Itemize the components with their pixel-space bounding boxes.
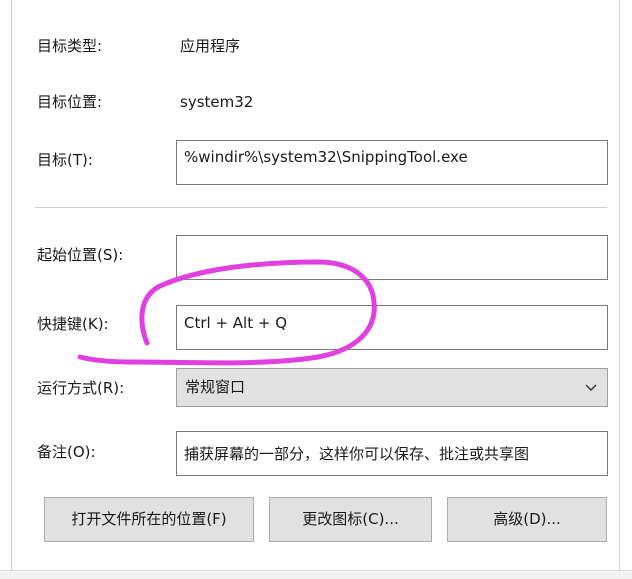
window-left-edge: [11, 0, 12, 579]
open-file-location-button[interactable]: 打开文件所在的位置(F): [44, 497, 254, 542]
start-in-field[interactable]: [176, 235, 608, 280]
target-location-label: 目标位置:: [37, 93, 103, 111]
dialog-bottom-edge: [0, 570, 632, 579]
run-label: 运行方式(R):: [37, 379, 125, 397]
target-field[interactable]: %windir%\system32\SnippingTool.exe: [176, 140, 608, 185]
target-type-label: 目标类型:: [37, 37, 103, 55]
chevron-down-icon: [585, 384, 597, 391]
advanced-button[interactable]: 高级(D)...: [447, 497, 607, 542]
run-mode-value: 常规窗口: [185, 378, 246, 396]
shortcut-key-field[interactable]: Ctrl + Alt + Q: [176, 305, 608, 350]
section-divider: [35, 207, 607, 208]
target-type-value: 应用程序: [180, 37, 241, 55]
change-icon-button[interactable]: 更改图标(C)...: [269, 497, 432, 542]
window-right-edge: [619, 0, 620, 579]
run-mode-select[interactable]: 常规窗口: [176, 368, 608, 407]
target-location-value: system32: [180, 93, 254, 111]
comment-field[interactable]: 捕获屏幕的一部分，这样你可以保存、批注或共享图: [176, 431, 608, 476]
comment-label: 备注(O):: [37, 443, 96, 461]
target-label: 目标(T):: [37, 151, 93, 169]
handwritten-circle-annotation: [77, 259, 377, 366]
shortcut-key-label: 快捷键(K):: [37, 315, 109, 333]
start-in-label: 起始位置(S):: [37, 246, 124, 264]
